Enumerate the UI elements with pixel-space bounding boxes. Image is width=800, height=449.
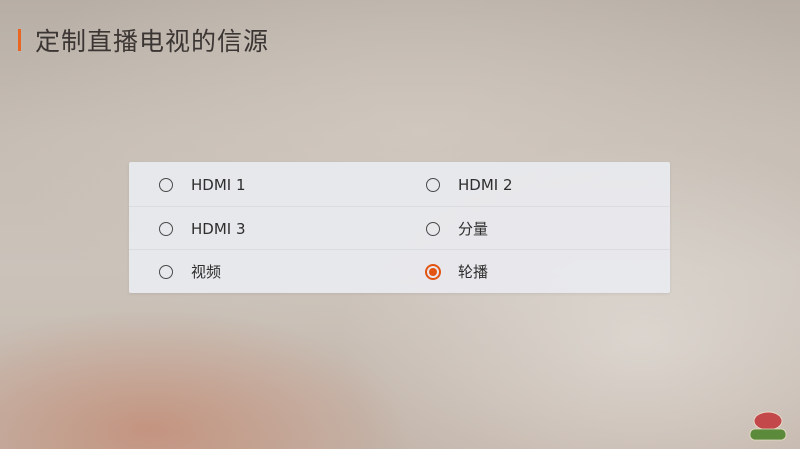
radio-unchecked-icon[interactable] [159, 264, 173, 279]
radio-unchecked-icon[interactable] [159, 177, 173, 192]
options-row: 视频 轮播 [129, 249, 670, 293]
page-title: 定制直播电视的信源 [35, 27, 270, 56]
radio-checked-icon[interactable] [425, 263, 441, 280]
option-hdmi-1[interactable]: HDMI 1 [159, 163, 246, 206]
title-accent-bar [18, 29, 21, 51]
radio-unchecked-icon[interactable] [426, 221, 440, 236]
option-component[interactable]: 分量 [426, 207, 488, 250]
option-carousel[interactable]: 轮播 [425, 250, 489, 293]
option-hdmi-2[interactable]: HDMI 2 [426, 163, 513, 206]
options-row: HDMI 3 分量 [129, 206, 670, 250]
source-options-panel: HDMI 1 HDMI 2 HDMI 3 分量 视频 轮播 [129, 162, 670, 293]
option-label: HDMI 1 [191, 175, 246, 194]
radio-unchecked-icon[interactable] [426, 177, 440, 192]
option-hdmi-3[interactable]: HDMI 3 [159, 207, 246, 250]
option-video[interactable]: 视频 [159, 250, 221, 293]
radio-dot [429, 267, 437, 276]
options-row: HDMI 1 HDMI 2 [129, 163, 670, 206]
radio-unchecked-icon[interactable] [159, 221, 173, 236]
option-label: 分量 [458, 220, 489, 238]
option-label: 视频 [191, 263, 222, 281]
option-label: HDMI 3 [191, 219, 246, 238]
znds-watermark-logo [749, 411, 787, 441]
option-label: 轮播 [458, 263, 489, 281]
option-label: HDMI 2 [458, 175, 513, 194]
page-header: 定制直播电视的信源 [18, 26, 269, 56]
